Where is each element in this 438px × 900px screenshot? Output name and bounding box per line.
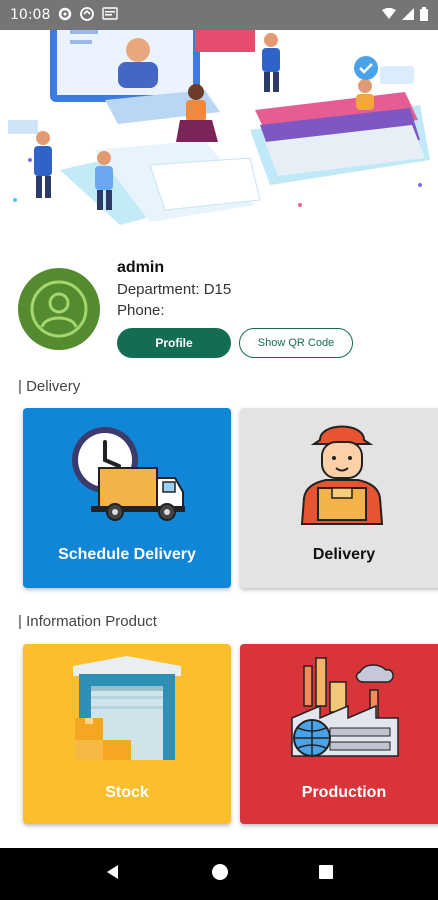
status-bar: 10:08 [0, 0, 438, 30]
profile-department: Department: D15 [117, 281, 232, 298]
wifi-icon [382, 7, 396, 23]
show-qr-code-button[interactable]: Show QR Code [239, 328, 353, 358]
back-icon[interactable] [104, 863, 122, 886]
avatar [18, 268, 100, 350]
production-label: Production [301, 784, 387, 801]
delivery-tile[interactable]: Delivery [240, 408, 438, 588]
delivery-truck-clock-icon [72, 427, 185, 521]
battery-icon [420, 6, 428, 24]
schedule-delivery-label: Schedule Delivery [58, 546, 196, 563]
section-title-delivery: | Delivery [18, 378, 81, 395]
profile-name: admin [117, 259, 165, 276]
recents-icon[interactable] [318, 864, 334, 885]
settings-icon [58, 7, 72, 24]
profile-button[interactable]: Profile [117, 328, 231, 358]
factory-icon [291, 657, 399, 757]
schedule-delivery-tile[interactable]: Schedule Delivery [23, 408, 231, 588]
delivery-label: Delivery [312, 546, 376, 563]
section-title-information-product: | Information Product [18, 613, 157, 630]
warehouse-icon [73, 656, 181, 760]
home-icon[interactable] [211, 863, 229, 886]
stock-label: Stock [105, 784, 149, 801]
notification-icon [78, 6, 96, 24]
delivery-person-icon [300, 425, 384, 525]
user-icon [30, 280, 88, 338]
card-icon [102, 7, 119, 23]
status-time: 10:08 [10, 7, 51, 23]
profile-phone: Phone: [117, 302, 165, 319]
system-nav-bar [0, 848, 438, 900]
signal-icon [402, 7, 414, 23]
hero-illustration [0, 0, 438, 246]
stock-tile[interactable]: Stock [23, 644, 231, 824]
profile-card: admin Department: D15 Phone: Profile Sho… [0, 256, 438, 366]
production-tile[interactable]: Production [240, 644, 438, 824]
